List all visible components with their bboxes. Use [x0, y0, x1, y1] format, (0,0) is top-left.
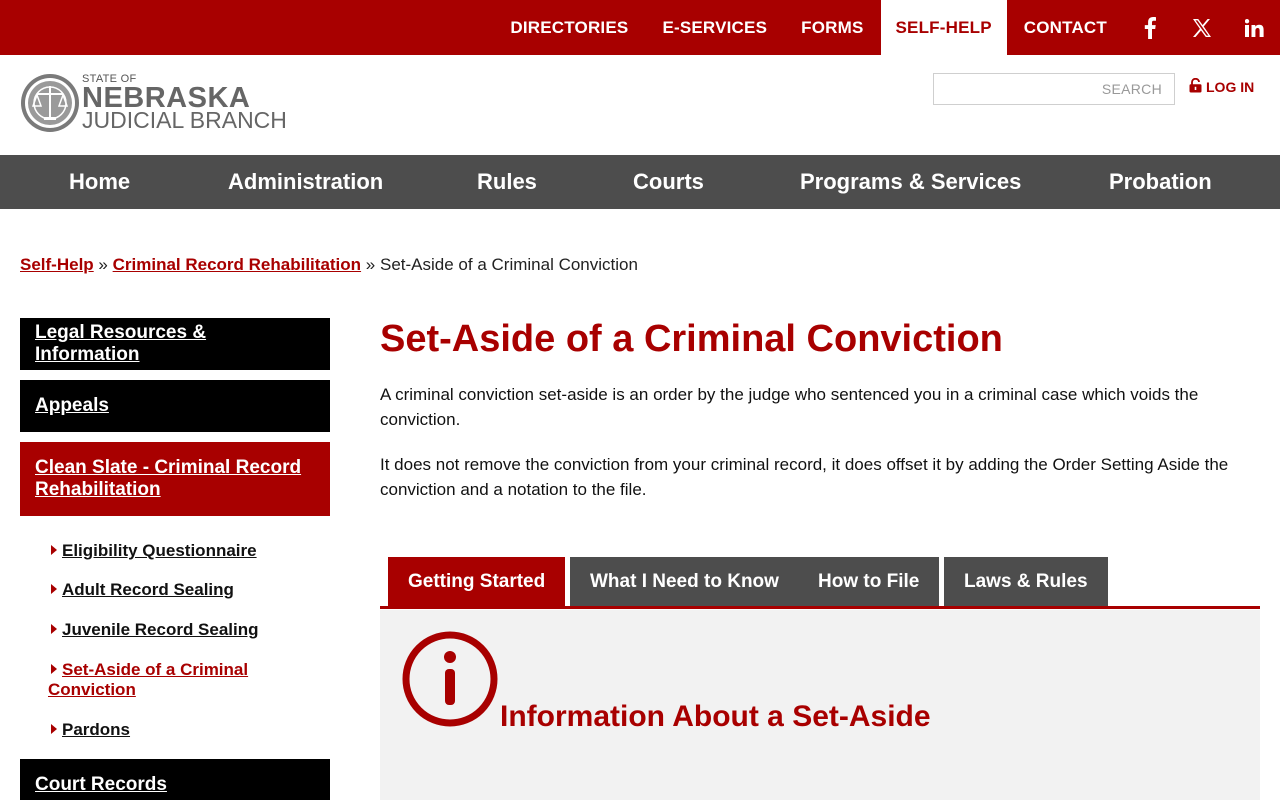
- site-logo[interactable]: STATE OF NEBRASKA JUDICIAL BRANCH: [20, 72, 290, 136]
- nav-courts[interactable]: Courts: [633, 155, 704, 209]
- caret-right-icon: [51, 624, 57, 634]
- breadcrumb-criminal-record-rehabilitation[interactable]: Criminal Record Rehabilitation: [113, 255, 361, 274]
- sidebar-subitem-label: Pardons: [62, 720, 131, 739]
- content-tabs: Getting Started What I Need to Know How …: [380, 557, 1260, 609]
- sidebar-item-appeals[interactable]: Appeals: [20, 380, 330, 432]
- facebook-link[interactable]: [1124, 0, 1176, 55]
- tab-laws-rules[interactable]: Laws & Rules: [944, 557, 1108, 606]
- facebook-icon: [1144, 16, 1156, 39]
- utility-link-e-services[interactable]: E-SERVICES: [645, 0, 784, 55]
- nav-programs-services[interactable]: Programs & Services: [800, 155, 1021, 209]
- caret-right-icon: [51, 664, 57, 674]
- login-label: LOG IN: [1206, 79, 1255, 95]
- breadcrumb-self-help[interactable]: Self-Help: [20, 255, 94, 274]
- breadcrumb: Self-Help » Criminal Record Rehabilitati…: [20, 255, 638, 275]
- sidebar-subitem-adult-sealing[interactable]: Adult Record Sealing: [48, 580, 234, 600]
- info-icon: [401, 630, 499, 733]
- sidebar-subitem-label: Set-Aside of a Criminal Conviction: [48, 660, 249, 699]
- utility-nav: DIRECTORIES E-SERVICES FORMS SELF-HELP C…: [493, 0, 1280, 55]
- sidebar-subitem-label: Adult Record Sealing: [62, 580, 234, 599]
- seal-icon: [20, 72, 80, 139]
- logo-judicial-branch: JUDICIAL BRANCH: [82, 107, 287, 133]
- linkedin-link[interactable]: [1228, 0, 1280, 55]
- utility-bar: DIRECTORIES E-SERVICES FORMS SELF-HELP C…: [0, 0, 1280, 55]
- lock-icon: [1189, 77, 1206, 96]
- sidebar-item-clean-slate[interactable]: Clean Slate - Criminal Record Rehabilita…: [20, 442, 330, 516]
- sidebar-subitem-eligibility[interactable]: Eligibility Questionnaire: [48, 541, 257, 561]
- x-icon: [1192, 18, 1212, 37]
- nav-probation[interactable]: Probation: [1109, 155, 1212, 209]
- detail-paragraph: It does not remove the conviction from y…: [380, 455, 1229, 499]
- main-nav: Home Administration Rules Courts Program…: [0, 155, 1280, 209]
- caret-right-icon: [51, 584, 57, 594]
- nav-administration[interactable]: Administration: [228, 155, 383, 209]
- sidebar-subitem-label: Eligibility Questionnaire: [62, 541, 257, 560]
- linkedin-icon: [1244, 18, 1264, 37]
- utility-link-forms[interactable]: FORMS: [784, 0, 880, 55]
- sidebar-item-legal-resources[interactable]: Legal Resources & Information: [20, 318, 330, 370]
- breadcrumb-separator: »: [98, 255, 108, 274]
- tab-how-to-file[interactable]: How to File: [798, 557, 940, 606]
- caret-right-icon: [51, 545, 57, 555]
- tab-what-i-need-to-know[interactable]: What I Need to Know: [570, 557, 799, 606]
- tab-getting-started[interactable]: Getting Started: [388, 557, 566, 606]
- login-link[interactable]: LOG IN: [1189, 77, 1255, 96]
- sidebar-subitem-set-aside[interactable]: Set-Aside of a Criminal Conviction: [48, 660, 288, 700]
- breadcrumb-current: Set-Aside of a Criminal Conviction: [380, 255, 638, 274]
- intro-paragraph: A criminal conviction set-aside is an or…: [380, 385, 1199, 429]
- nav-rules[interactable]: Rules: [477, 155, 537, 209]
- sidebar-subitem-juvenile-sealing[interactable]: Juvenile Record Sealing: [48, 620, 259, 640]
- utility-link-directories[interactable]: DIRECTORIES: [493, 0, 645, 55]
- sidebar-item-court-records[interactable]: Court Records: [20, 759, 330, 800]
- breadcrumb-separator: »: [365, 255, 376, 274]
- page-title: Set-Aside of a Criminal Conviction: [380, 318, 1003, 360]
- sidebar-subitem-pardons[interactable]: Pardons: [48, 720, 130, 740]
- utility-link-contact[interactable]: CONTACT: [1007, 0, 1124, 55]
- tab-panel: Information About a Set-Aside: [380, 610, 1260, 800]
- nav-home[interactable]: Home: [69, 155, 130, 209]
- sidebar-subitem-label: Juvenile Record Sealing: [62, 620, 259, 639]
- panel-heading: Information About a Set-Aside: [500, 700, 931, 733]
- utility-link-self-help[interactable]: SELF-HELP: [880, 0, 1007, 55]
- caret-right-icon: [51, 724, 57, 734]
- x-link[interactable]: [1176, 0, 1228, 55]
- search-input[interactable]: [933, 73, 1175, 105]
